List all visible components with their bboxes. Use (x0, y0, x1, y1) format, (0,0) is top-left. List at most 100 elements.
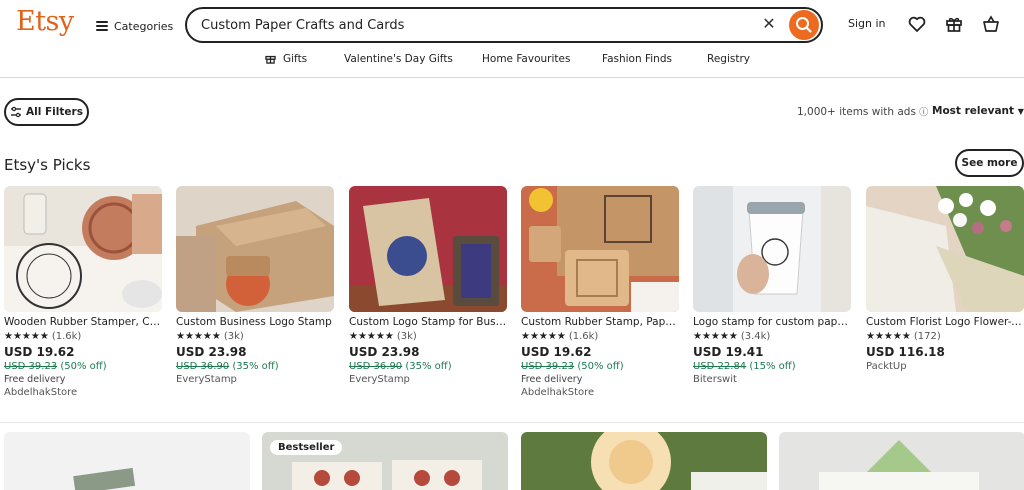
original-price: USD 36.90 (35% off) (176, 361, 334, 372)
product-card[interactable]: Logo stamp for custom paper cups ★★★★★(3… (693, 186, 851, 385)
nav-registry[interactable]: Registry (707, 53, 750, 65)
product-title[interactable]: Logo stamp for custom paper cups (693, 316, 851, 328)
shop-name[interactable]: PacktUp (866, 361, 1024, 372)
search-button[interactable] (789, 10, 819, 40)
original-price: USD 22.84 (15% off) (693, 361, 851, 372)
etsy-logo[interactable]: Etsy (16, 6, 74, 37)
free-delivery: Free delivery (521, 374, 583, 385)
clear-icon[interactable]: ✕ (759, 14, 779, 34)
item-count-text: 1,000+ items with ads (797, 106, 916, 118)
sign-in-link[interactable]: Sign in (848, 17, 886, 30)
discount: (15% off) (749, 361, 796, 372)
price: USD 19.62 (521, 345, 592, 359)
rating: ★★★★★ (3k) (349, 331, 507, 342)
price: USD 19.62 (4, 345, 75, 359)
rating-stars: ★★★★★ (349, 331, 394, 342)
product-image[interactable] (521, 186, 679, 312)
original-price-value: USD 36.90 (349, 361, 403, 372)
sort-dropdown[interactable]: Most relevant ▼ (932, 105, 1024, 117)
product-title[interactable]: Custom Business Logo Stamp (176, 316, 334, 328)
search-bar: ✕ (185, 7, 823, 43)
caret-down-icon: ▼ (1017, 107, 1024, 116)
bestseller-badge: Bestseller (270, 440, 343, 455)
filter-icon (11, 106, 22, 118)
review-count: (3.4k) (740, 331, 771, 342)
free-delivery: Free delivery (4, 374, 66, 385)
sort-label: Most relevant (932, 105, 1015, 117)
nav-valentines[interactable]: Valentine's Day Gifts (344, 53, 453, 65)
search-input[interactable] (201, 15, 741, 35)
all-filters-label: All Filters (26, 106, 83, 118)
rating-stars: ★★★★★ (866, 331, 911, 342)
product-image[interactable] (4, 186, 162, 312)
product-card[interactable]: Custom Florist Logo Flower-Wrap ★★★★★ (17… (866, 186, 1024, 372)
discount: (50% off) (577, 361, 624, 372)
section-title: Etsy's Picks (4, 156, 91, 174)
rating: ★★★★★ (1.6k) (4, 331, 162, 342)
price: USD 23.98 (176, 345, 247, 359)
see-more-button[interactable]: See more (955, 149, 1024, 177)
rating-stars: ★★★★★ (521, 331, 566, 342)
product-image[interactable] (693, 186, 851, 312)
original-price-value: USD 22.84 (693, 361, 747, 372)
nav-home-favourites[interactable]: Home Favourites (482, 53, 570, 65)
product-title[interactable]: Custom Logo Stamp for Business (349, 316, 507, 328)
gift-icon (265, 55, 276, 64)
product-image[interactable] (779, 432, 1024, 490)
product-card[interactable]: Wooden Rubber Stamper, Custom Embroidery… (4, 186, 162, 398)
discount: (50% off) (60, 361, 107, 372)
discount: (35% off) (232, 361, 279, 372)
product-title[interactable]: Wooden Rubber Stamper, Custom Embroidery… (4, 316, 162, 328)
review-count: (172) (913, 331, 941, 342)
categories-label: Categories (114, 19, 174, 33)
menu-icon (96, 21, 108, 31)
product-image[interactable] (349, 186, 507, 312)
product-image[interactable] (176, 186, 334, 312)
product-image[interactable] (866, 186, 1024, 312)
shop-name[interactable]: AbdelhakStore (521, 387, 679, 398)
product-title[interactable]: Custom Florist Logo Flower-Wrap (866, 316, 1024, 328)
product-image[interactable] (4, 432, 250, 490)
rating: ★★★★★ (1.6k) (521, 331, 679, 342)
rating-stars: ★★★★★ (693, 331, 738, 342)
price: USD 23.98 (349, 345, 420, 359)
nav-gifts[interactable]: Gifts (283, 53, 307, 65)
price: USD 116.18 (866, 345, 945, 359)
review-count: (3k) (223, 331, 244, 342)
price: USD 19.41 (693, 345, 764, 359)
category-nav: Gifts Valentine's Day Gifts Home Favouri… (0, 52, 1024, 70)
product-card[interactable]: Custom Business Logo Stamp ★★★★★ (3k) USD… (176, 186, 334, 385)
product-title[interactable]: Custom Rubber Stamp, Paper Stamp (521, 316, 679, 328)
product-image[interactable] (521, 432, 767, 490)
review-count: (1.6k) (568, 331, 599, 342)
original-price: USD 39.23 (50% off) (4, 361, 162, 372)
product-card[interactable]: Custom Rubber Stamp, Paper Stamp ★★★★★(1… (521, 186, 679, 398)
product-card[interactable]: Custom Logo Stamp for Business ★★★★★ (3k)… (349, 186, 507, 385)
header: Etsy Categories ✕ Sign in Gifts (0, 0, 1024, 78)
shop-name[interactable]: EveryStamp (349, 374, 507, 385)
all-filters-button[interactable]: All Filters (4, 98, 89, 126)
rating: ★★★★★ (3k) (176, 331, 334, 342)
info-icon[interactable]: ⓘ (919, 108, 928, 118)
original-price: USD 36.90 (35% off) (349, 361, 507, 372)
section-divider (0, 422, 1024, 423)
discount: (35% off) (405, 361, 452, 372)
cart-icon[interactable] (981, 14, 1001, 34)
shop-name[interactable]: EveryStamp (176, 374, 334, 385)
original-price-value: USD 36.90 (176, 361, 230, 372)
gift-icon[interactable] (944, 14, 964, 34)
product-image[interactable]: Bestseller (262, 432, 508, 490)
heart-icon[interactable] (907, 14, 927, 34)
original-price-value: USD 39.23 (4, 361, 58, 372)
original-price-value: USD 39.23 (521, 361, 575, 372)
shop-name[interactable]: AbdelhakStore (4, 387, 162, 398)
rating-stars: ★★★★★ (176, 331, 221, 342)
search-icon (796, 17, 812, 33)
nav-fashion-finds[interactable]: Fashion Finds (602, 53, 672, 65)
review-count: (3k) (396, 331, 417, 342)
rating-stars: ★★★★★ (4, 331, 49, 342)
shop-name[interactable]: Biterswit (693, 374, 851, 385)
rating: ★★★★★ (3.4k) (693, 331, 851, 342)
review-count: (1.6k) (51, 331, 82, 342)
categories-button[interactable]: Categories (96, 16, 173, 36)
